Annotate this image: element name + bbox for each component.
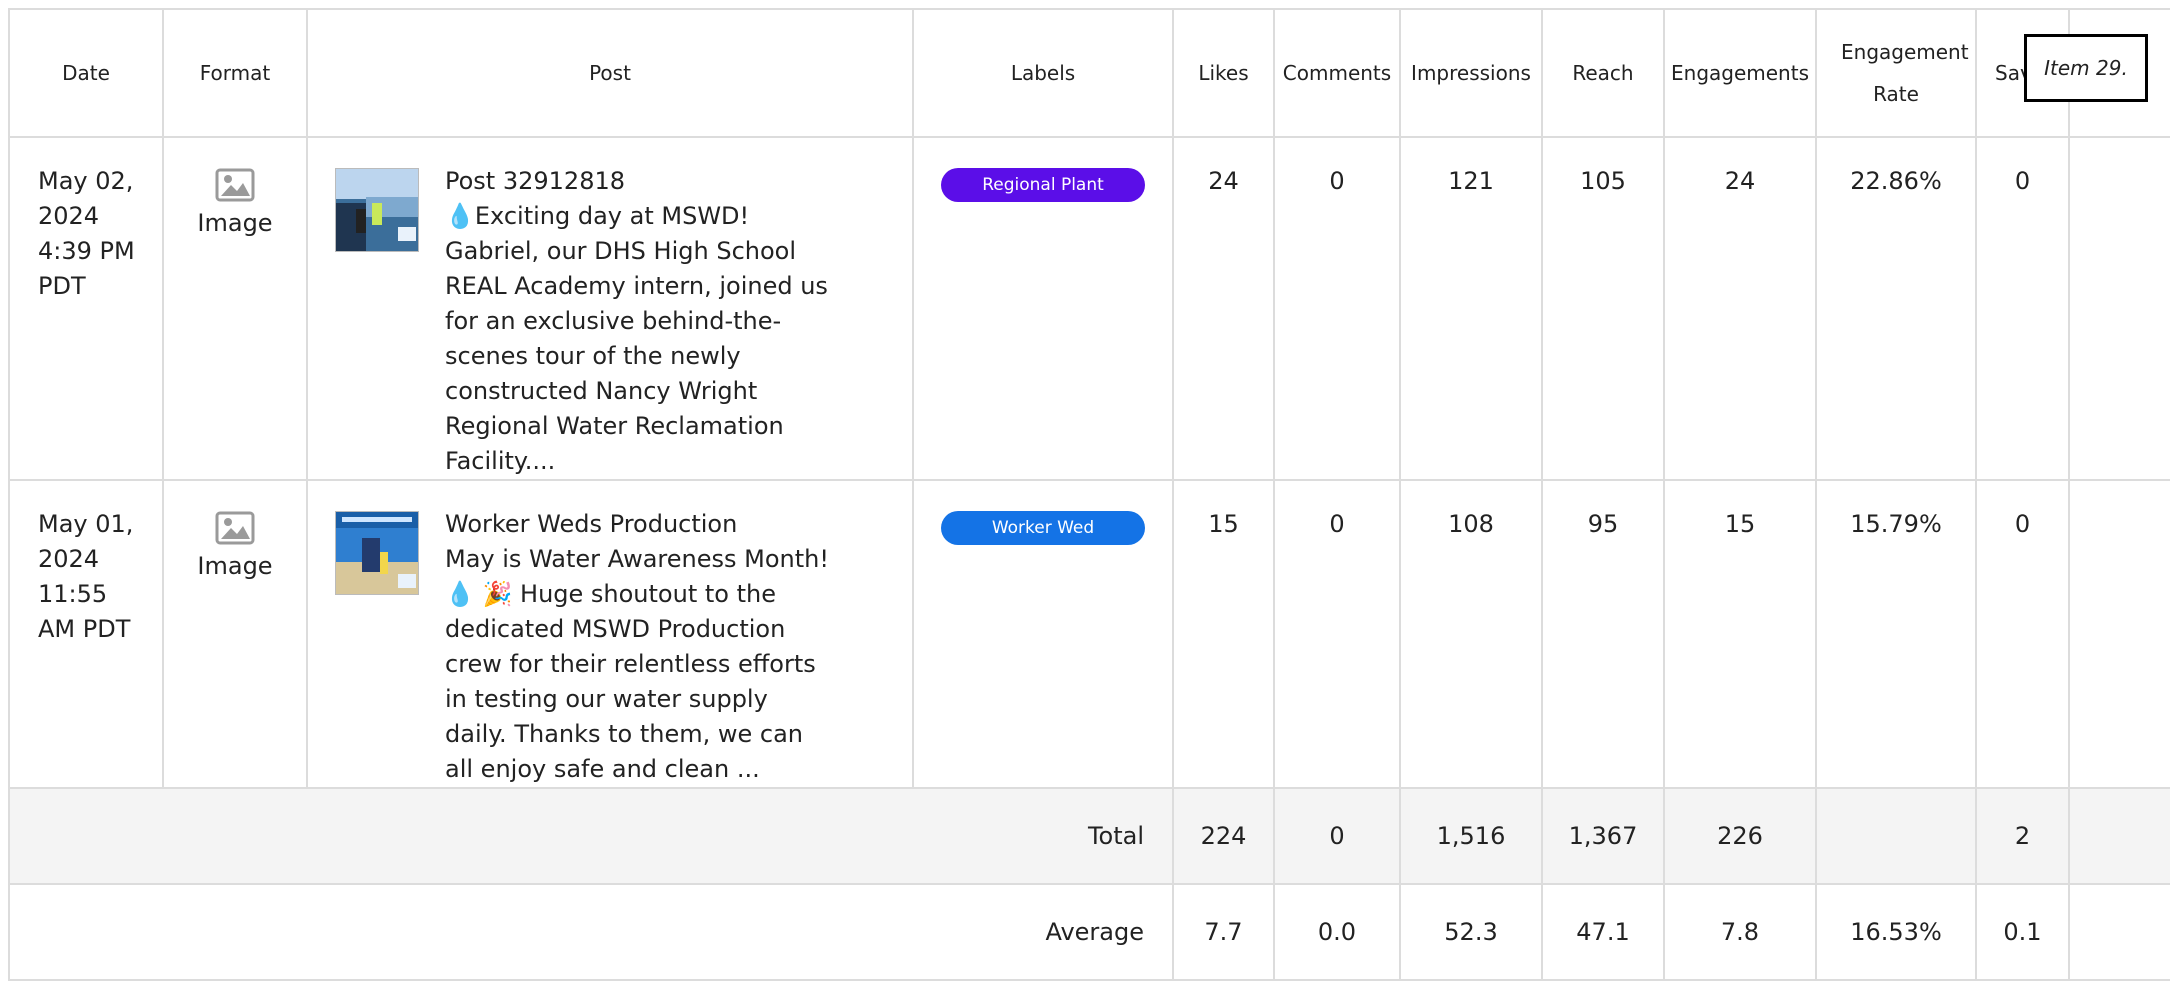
- reach-value: 95: [1541, 479, 1665, 789]
- posts-report-table: Date Format Post Labels Likes Comments I…: [8, 8, 2170, 981]
- column-header-date[interactable]: Date: [8, 8, 164, 138]
- column-header-engagement-rate[interactable]: Engagement Rate: [1815, 8, 1977, 138]
- post-labels: Worker Wed: [912, 479, 1174, 789]
- water-drop-emoji: 💧: [445, 202, 475, 230]
- impressions-value: 108: [1399, 479, 1543, 789]
- column-header-comments[interactable]: Comments: [1273, 8, 1401, 138]
- column-header-impressions[interactable]: Impressions: [1399, 8, 1543, 138]
- saves-value: 0: [1975, 479, 2070, 789]
- total-engagements: 226: [1663, 787, 1817, 885]
- total-engagement-rate: [1815, 787, 1977, 885]
- post-title: Worker Weds Production: [445, 510, 738, 538]
- label-badge[interactable]: Worker Wed: [941, 511, 1145, 545]
- post-labels: Regional Plant: [912, 136, 1174, 481]
- average-saves: 0.1: [1975, 883, 2070, 981]
- engagement-rate-value: 15.79%: [1815, 479, 1977, 789]
- post-text-block: Worker Weds Production May is Water Awar…: [445, 507, 835, 787]
- engagement-rate-header-label: Engagement Rate: [1841, 40, 1969, 106]
- post-cell[interactable]: Worker Weds Production May is Water Awar…: [306, 479, 914, 789]
- column-header-reach[interactable]: Reach: [1541, 8, 1665, 138]
- column-header-likes[interactable]: Likes: [1172, 8, 1275, 138]
- post-body: 💧Exciting day at MSWD! Gabriel, our DHS …: [445, 199, 835, 479]
- total-label: Total: [8, 787, 1174, 885]
- total-comments: 0: [1273, 787, 1401, 885]
- post-title: Post 32912818: [445, 167, 625, 195]
- likes-value: 24: [1172, 136, 1275, 481]
- average-comments: 0.0: [1273, 883, 1401, 981]
- post-format: Image: [162, 136, 308, 481]
- table-row[interactable]: May 01, 2024 11:55 AM PDT Image Worker W…: [8, 479, 2170, 789]
- format-label: Image: [197, 209, 273, 237]
- image-icon: [215, 168, 255, 202]
- post-thumbnail[interactable]: [335, 168, 419, 252]
- average-engagements: 7.8: [1663, 883, 1817, 981]
- post-date-text: May 01, 2024 11:55 AM PDT: [38, 510, 134, 643]
- average-likes: 7.7: [1172, 883, 1275, 981]
- post-text-block: Post 32912818 💧Exciting day at MSWD! Gab…: [445, 164, 835, 479]
- average-reach: 47.1: [1541, 883, 1665, 981]
- extra-cell: [2068, 479, 2170, 789]
- total-likes: 224: [1172, 787, 1275, 885]
- column-header-post[interactable]: Post: [306, 8, 914, 138]
- engagement-rate-value: 22.86%: [1815, 136, 1977, 481]
- column-header-labels[interactable]: Labels: [912, 8, 1174, 138]
- table-row[interactable]: May 02, 2024 4:39 PM PDT Image Post 3291…: [8, 136, 2170, 481]
- likes-value: 15: [1172, 479, 1275, 789]
- item-number-tag: Item 29.: [2024, 34, 2148, 102]
- post-thumbnail[interactable]: [335, 511, 419, 595]
- post-date-text: May 02, 2024 4:39 PM PDT: [38, 167, 135, 300]
- post-body-text: May is Water Awareness Month! 💧 🎉 Huge s…: [445, 545, 829, 783]
- average-row: Average 7.7 0.0 52.3 47.1 7.8 16.53% 0.1: [8, 883, 2170, 981]
- impressions-value: 121: [1399, 136, 1543, 481]
- comments-value: 0: [1273, 136, 1401, 481]
- post-format: Image: [162, 479, 308, 789]
- extra-cell: [2068, 883, 2170, 981]
- post-body-text: Exciting day at MSWD! Gabriel, our DHS H…: [445, 202, 828, 475]
- total-reach: 1,367: [1541, 787, 1665, 885]
- post-date: May 01, 2024 11:55 AM PDT: [8, 479, 164, 789]
- average-label: Average: [8, 883, 1174, 981]
- total-row: Total 224 0 1,516 1,367 226 2: [8, 787, 2170, 885]
- average-engagement-rate: 16.53%: [1815, 883, 1977, 981]
- average-impressions: 52.3: [1399, 883, 1543, 981]
- column-header-format[interactable]: Format: [162, 8, 308, 138]
- image-icon: [215, 511, 255, 545]
- post-cell[interactable]: Post 32912818 💧Exciting day at MSWD! Gab…: [306, 136, 914, 481]
- saves-value: 0: [1975, 136, 2070, 481]
- column-header-engagements[interactable]: Engagements: [1663, 8, 1817, 138]
- engagements-value: 24: [1663, 136, 1817, 481]
- label-badge[interactable]: Regional Plant: [941, 168, 1145, 202]
- total-saves: 2: [1975, 787, 2070, 885]
- header-row: Date Format Post Labels Likes Comments I…: [8, 8, 2170, 138]
- format-label: Image: [197, 552, 273, 580]
- comments-value: 0: [1273, 479, 1401, 789]
- engagements-value: 15: [1663, 479, 1817, 789]
- extra-cell: [2068, 787, 2170, 885]
- extra-cell: [2068, 136, 2170, 481]
- total-impressions: 1,516: [1399, 787, 1543, 885]
- post-date: May 02, 2024 4:39 PM PDT: [8, 136, 164, 481]
- reach-value: 105: [1541, 136, 1665, 481]
